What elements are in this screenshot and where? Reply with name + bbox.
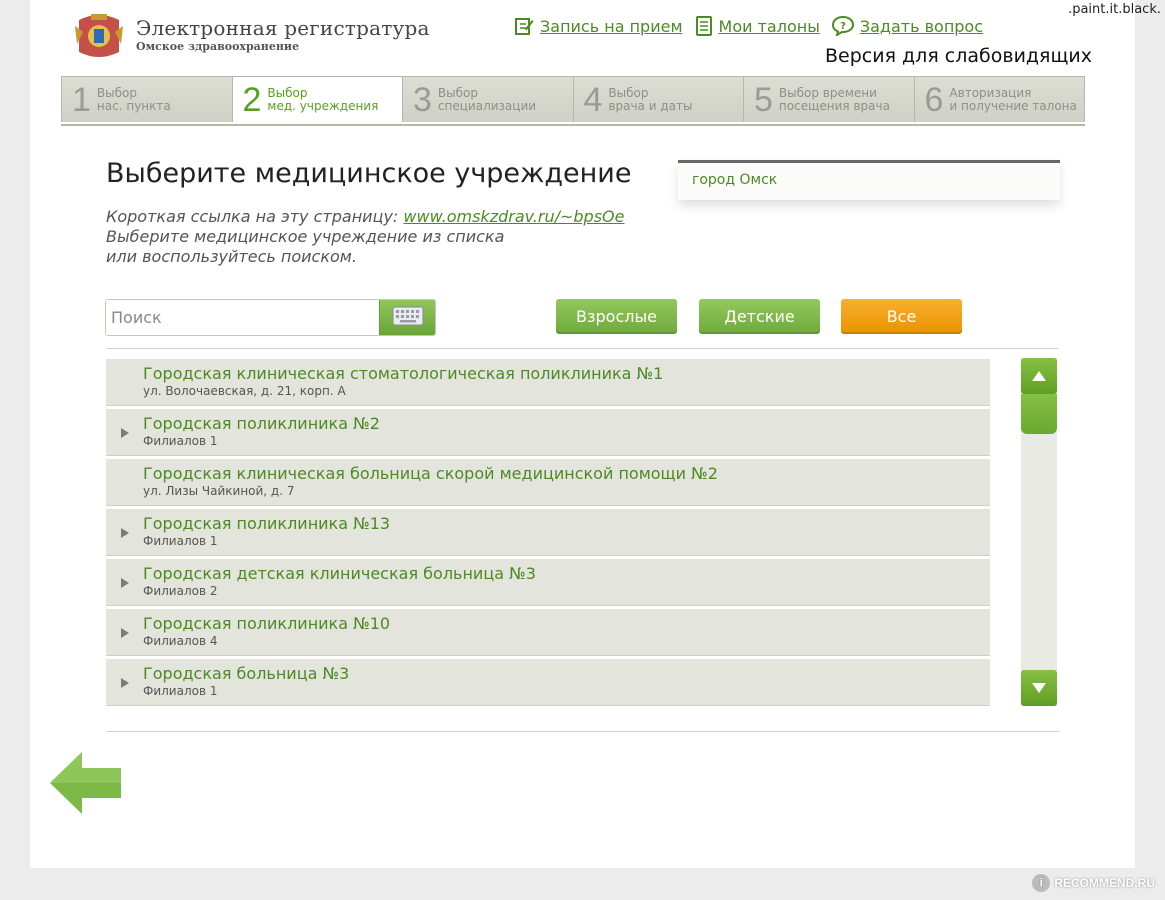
step-label: Авторизация и получение талона	[949, 85, 1077, 113]
expand-arrow-icon[interactable]	[121, 628, 129, 638]
step-label: Выбор нас. пункта	[96, 85, 171, 113]
short-link[interactable]: www.omskzdrav.ru/~bpsOe	[403, 207, 624, 226]
scroll-down-button[interactable]	[1021, 670, 1057, 706]
book-appointment-label: Запись на прием	[540, 16, 683, 36]
watermark-bottom: i RECOMMEND.RU	[1032, 874, 1155, 892]
search-box	[105, 299, 436, 336]
list-item[interactable]: Городская поликлиника №2 Филиалов 1	[106, 409, 990, 456]
app-title: Электронная регистратура	[136, 16, 430, 40]
step-number: 6	[924, 80, 944, 119]
watermark-top: .paint.it.black.	[1068, 2, 1161, 17]
step-label: Выбор специализации	[437, 85, 537, 113]
low-vision-link[interactable]: Версия для слабовидящих	[825, 45, 1092, 67]
branches-count: Филиалов 2	[143, 584, 218, 598]
triangle-down-icon	[1031, 679, 1047, 698]
step-label: Выбор времени посещения врача	[778, 85, 890, 113]
institution-name: Городская больница №3	[143, 664, 350, 683]
scroll-up-button[interactable]	[1021, 358, 1057, 394]
institution-list: Городская клиническая стоматологическая …	[106, 359, 990, 709]
filter-adults-button[interactable]: Взрослые	[556, 299, 677, 334]
step-label: Выбор врача и даты	[608, 85, 693, 113]
question-icon: ?	[831, 16, 854, 36]
step-number: 2	[242, 80, 262, 119]
filter-children-button[interactable]: Детские	[699, 299, 820, 334]
page-hint: Короткая ссылка на эту страницу: www.oms…	[106, 207, 624, 267]
branches-count: Филиалов 1	[143, 534, 218, 548]
triangle-up-icon	[1031, 367, 1047, 386]
branches-count: Филиалов 1	[143, 684, 218, 698]
edit-icon	[514, 16, 534, 36]
city-selector[interactable]: город Омск	[678, 160, 1060, 200]
list-item[interactable]: Городская поликлиника №13 Филиалов 1	[106, 509, 990, 556]
step-3[interactable]: 3 Выбор специализации	[403, 76, 574, 122]
branches-count: Филиалов 4	[143, 634, 218, 648]
filter-all-button[interactable]: Все	[841, 299, 962, 334]
institution-name: Городская клиническая стоматологическая …	[143, 364, 664, 383]
branches-count: Филиалов 1	[143, 434, 218, 448]
hint-line-2: Выберите медицинское учреждение из списк…	[106, 227, 505, 246]
institution-name: Городская поликлиника №2	[143, 414, 380, 433]
back-arrow-icon[interactable]	[50, 752, 122, 818]
my-tickets-link[interactable]: Мои талоны	[695, 16, 820, 36]
search-input[interactable]	[106, 300, 379, 335]
step-4[interactable]: 4 Выбор врача и даты	[573, 76, 744, 122]
institution-name: Городская поликлиника №13	[143, 514, 391, 533]
wizard-steps: 1 Выбор нас. пункта 2 Выбор мед. учрежде…	[61, 76, 1085, 126]
list-item[interactable]: Городская поликлиника №10 Филиалов 4	[106, 609, 990, 656]
step-number: 1	[72, 80, 91, 119]
list-item[interactable]: Городская больница №3 Филиалов 1	[106, 659, 990, 706]
keyboard-button[interactable]	[379, 300, 435, 335]
institution-name: Городская клиническая больница скорой ме…	[143, 464, 718, 483]
scrollbar-thumb[interactable]	[1021, 394, 1057, 434]
app-subtitle: Омское здравоохранение	[136, 40, 300, 53]
book-appointment-link[interactable]: Запись на прием	[514, 16, 683, 36]
step-1[interactable]: 1 Выбор нас. пункта	[61, 76, 233, 122]
svg-text:?: ?	[840, 21, 846, 32]
institution-name: Городская детская клиническая больница №…	[143, 564, 536, 583]
page-title: Выберите медицинское учреждение	[106, 158, 632, 189]
expand-arrow-icon[interactable]	[121, 528, 129, 538]
list-item[interactable]: Городская клиническая больница скорой ме…	[106, 459, 990, 506]
step-number: 3	[413, 80, 432, 119]
hint-line-3: или воспользуйтесь поиском.	[106, 247, 357, 266]
watermark-bottom-text: RECOMMEND.RU	[1054, 876, 1155, 890]
step-number: 4	[583, 80, 603, 119]
ask-question-label: Задать вопрос	[859, 16, 984, 36]
expand-arrow-icon[interactable]	[121, 428, 129, 438]
short-link-label: Короткая ссылка на эту страницу:	[106, 207, 399, 226]
list-item[interactable]: Городская детская клиническая больница №…	[106, 559, 990, 606]
institution-name: Городская поликлиника №10	[143, 614, 391, 633]
ticket-icon	[695, 16, 713, 36]
top-nav: Запись на прием Мои талоны ? Задать вопр…	[514, 16, 983, 36]
step-number: 5	[754, 80, 773, 119]
list-item[interactable]: Городская клиническая стоматологическая …	[106, 359, 990, 406]
keyboard-icon	[392, 306, 424, 330]
my-tickets-label: Мои талоны	[718, 16, 820, 36]
institution-address: ул. Волочаевская, д. 21, корп. А	[143, 384, 346, 398]
step-label: Выбор мед. учреждения	[267, 85, 379, 113]
step-2[interactable]: 2 Выбор мед. учреждения	[232, 76, 403, 122]
divider	[106, 731, 1060, 732]
step-5[interactable]: 5 Выбор времени посещения врача	[744, 76, 915, 122]
recommend-icon: i	[1032, 874, 1051, 892]
page: Электронная регистратура Омское здравоох…	[30, 0, 1135, 868]
step-6[interactable]: 6 Авторизация и получение талона	[914, 76, 1085, 122]
expand-arrow-icon[interactable]	[121, 678, 129, 688]
ask-question-link[interactable]: ? Задать вопрос	[831, 16, 984, 36]
institution-address: ул. Лизы Чайкиной, д. 7	[143, 484, 295, 498]
expand-arrow-icon[interactable]	[121, 578, 129, 588]
coat-of-arms-icon	[73, 12, 125, 60]
divider	[106, 348, 1058, 349]
